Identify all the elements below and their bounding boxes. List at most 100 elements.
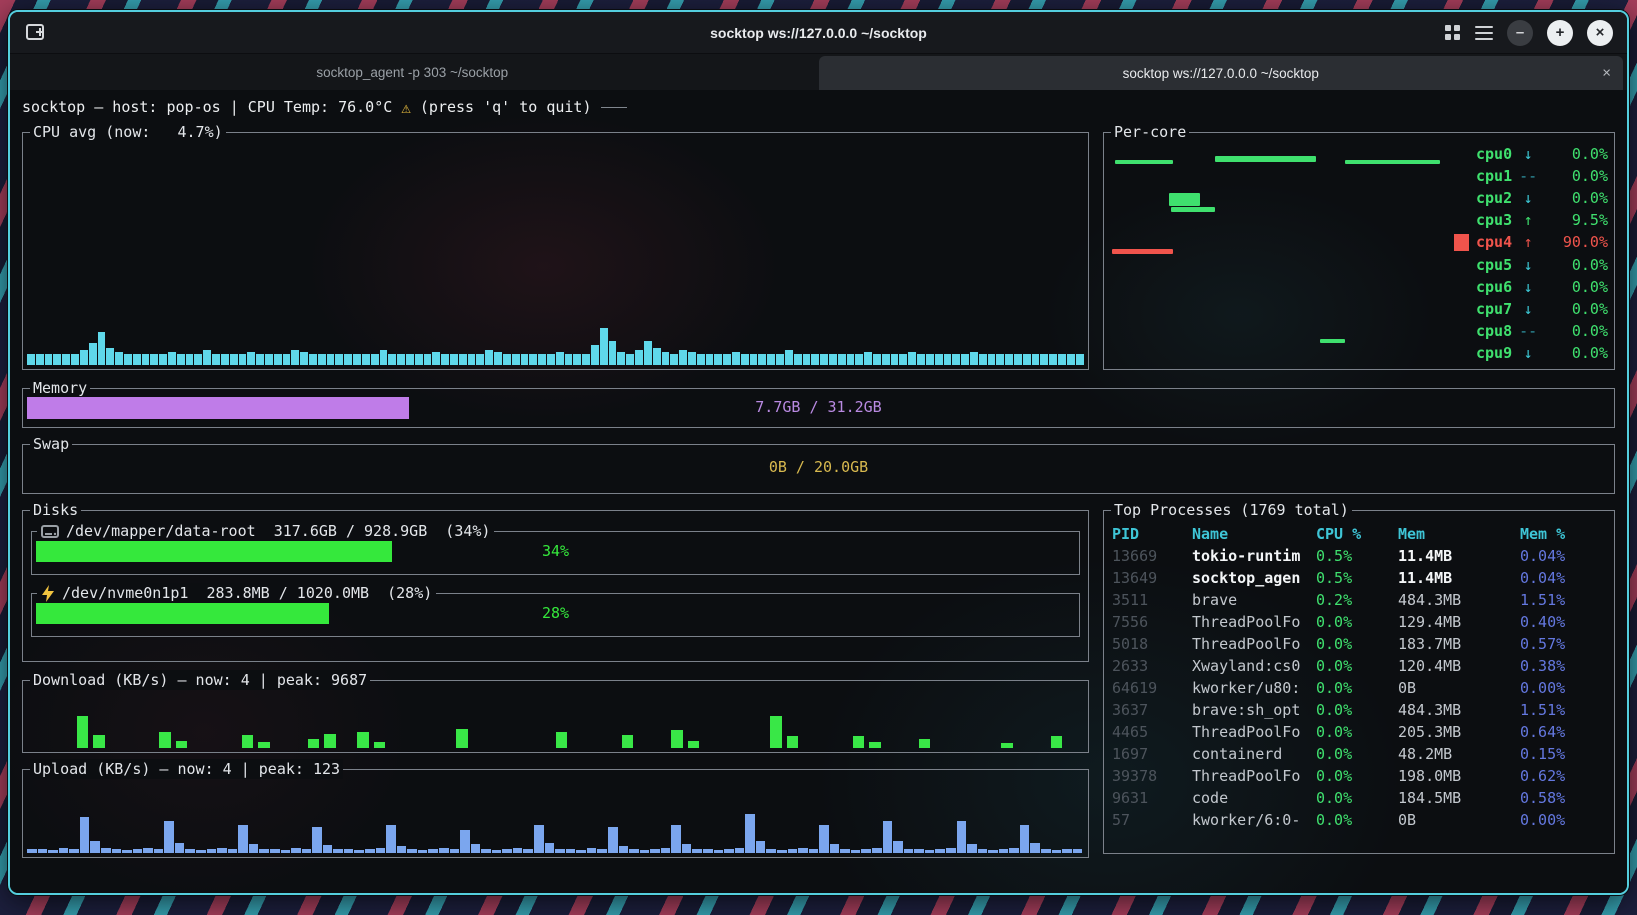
core-row: cpu4 ↑ 90.0% xyxy=(1476,233,1608,252)
process-mem-percent: 0.57% xyxy=(1520,633,1606,655)
process-row[interactable]: 2633 Xwayland:cs0 0.0% 120.4MB 0.38% xyxy=(1112,655,1606,677)
swap-usage-text: 0B / 20.0GB xyxy=(23,457,1614,478)
process-mem-percent: 1.51% xyxy=(1520,589,1606,611)
cpu-avg-panel: CPU avg (now: 4.7%) xyxy=(22,132,1089,370)
tab-socktop-active[interactable]: socktop ws://127.0.0.0 ~/socktop × xyxy=(819,56,1624,90)
app-header: socktop — host: pop-os | CPU Temp: 76.0°… xyxy=(22,96,1615,118)
tab-overview-icon[interactable] xyxy=(1445,25,1461,41)
core-row: cpu6 ↓ 0.0% xyxy=(1476,278,1608,297)
processes-panel: Top Processes (1769 total) PID Name CPU … xyxy=(1103,510,1615,854)
core-trend-icon: ↑ xyxy=(1519,232,1537,253)
process-mem: 184.5MB xyxy=(1398,787,1520,809)
tab-close-icon[interactable]: × xyxy=(1602,65,1611,82)
process-pid: 64619 xyxy=(1112,677,1192,699)
menu-icon[interactable] xyxy=(1475,26,1493,40)
process-row[interactable]: 13649 socktop_agen 0.5% 11.4MB 0.04% xyxy=(1112,567,1606,589)
bottom-row: Disks /dev/mapper/data-root 317.6GB / 92… xyxy=(22,510,1615,858)
memory-panel: Memory 7.7GB / 31.2GB xyxy=(22,388,1615,428)
minimize-button[interactable]: – xyxy=(1507,20,1533,46)
process-mem: 0B xyxy=(1398,809,1520,831)
process-pid: 9631 xyxy=(1112,787,1192,809)
core-usage: 0.0% xyxy=(1544,277,1608,298)
process-mem: 48.2MB xyxy=(1398,743,1520,765)
core-usage: 90.0% xyxy=(1544,232,1608,253)
process-cpu: 0.0% xyxy=(1316,677,1398,699)
core-row: cpu8 -- 0.0% xyxy=(1476,322,1608,341)
core-alert-block xyxy=(1454,234,1469,251)
app-icon xyxy=(26,24,46,42)
process-table-header: PID Name CPU % Mem Mem % xyxy=(1112,523,1606,545)
core-trend-icon: -- xyxy=(1519,166,1537,187)
process-row[interactable]: 3637 brave:sh_opt 0.0% 484.3MB 1.51% xyxy=(1112,699,1606,721)
close-button[interactable]: × xyxy=(1587,20,1613,46)
process-mem-percent: 0.04% xyxy=(1520,567,1606,589)
process-row[interactable]: 57 kworker/6:0- 0.0% 0B 0.00% xyxy=(1112,809,1606,831)
cpu-history-chart xyxy=(27,147,1084,365)
core-usage: 9.5% xyxy=(1544,210,1608,231)
warning-icon: ⚠ xyxy=(401,97,411,118)
core-name: cpu4 xyxy=(1476,232,1512,253)
maximize-button[interactable]: + xyxy=(1547,20,1573,46)
process-name: code xyxy=(1192,787,1316,809)
process-pid: 2633 xyxy=(1112,655,1192,677)
core-row: cpu2 ↓ 0.0% xyxy=(1476,189,1608,208)
drive-icon xyxy=(41,585,55,602)
tab-bar: socktop_agent -p 303 ~/socktop socktop w… xyxy=(10,54,1627,90)
process-mem-percent: 0.00% xyxy=(1520,809,1606,831)
process-row[interactable]: 5018 ThreadPoolFo 0.0% 183.7MB 0.57% xyxy=(1112,633,1606,655)
process-pid: 1697 xyxy=(1112,743,1192,765)
process-name: socktop_agen xyxy=(1192,567,1316,589)
process-row[interactable]: 9631 code 0.0% 184.5MB 0.58% xyxy=(1112,787,1606,809)
tab-label: socktop_agent -p 303 ~/socktop xyxy=(316,65,508,80)
titlebar[interactable]: socktop ws://127.0.0.0 ~/socktop – + × xyxy=(10,12,1627,54)
process-mem-percent: 0.00% xyxy=(1520,677,1606,699)
process-name: ThreadPoolFo xyxy=(1192,721,1316,743)
processes-title: Top Processes (1769 total) xyxy=(1111,500,1352,520)
disk-usage-label: /dev/mapper/data-root 317.6GB / 928.9GB … xyxy=(66,521,490,542)
process-pid: 7556 xyxy=(1112,611,1192,633)
process-mem-percent: 0.58% xyxy=(1520,787,1606,809)
process-mem: 11.4MB xyxy=(1398,545,1520,567)
process-row[interactable]: 13669 tokio-runtim 0.5% 11.4MB 0.04% xyxy=(1112,545,1606,567)
per-core-list: cpu0 ↓ 0.0% cpu1 -- 0.0% xyxy=(1476,145,1608,363)
core-name: cpu7 xyxy=(1476,299,1512,320)
tab-socktop-agent[interactable]: socktop_agent -p 303 ~/socktop xyxy=(10,54,815,90)
core-usage: 0.0% xyxy=(1544,188,1608,209)
process-row[interactable]: 3511 brave 0.2% 484.3MB 1.51% xyxy=(1112,589,1606,611)
disk-label: /dev/nvme0n1p1 283.8MB / 1020.0MB (28%) xyxy=(37,583,436,604)
process-name: kworker/u80: xyxy=(1192,677,1316,699)
process-row[interactable]: 1697 containerd 0.0% 48.2MB 0.15% xyxy=(1112,743,1606,765)
upload-panel: Upload (KB/s) — now: 4 | peak: 123 xyxy=(22,769,1089,858)
process-mem: 484.3MB xyxy=(1398,699,1520,721)
per-core-panel: Per-core cpu0 ↓ 0.0% xyxy=(1103,132,1615,370)
process-cpu: 0.0% xyxy=(1316,699,1398,721)
memory-title: Memory xyxy=(30,378,90,398)
core-trend-icon: ↓ xyxy=(1519,144,1537,165)
process-name: brave xyxy=(1192,589,1316,611)
core-trend-icon: ↓ xyxy=(1519,343,1537,364)
process-cpu: 0.2% xyxy=(1316,589,1398,611)
top-row: CPU avg (now: 4.7%) Per-core cpu0 ↓ 0.0% xyxy=(22,132,1615,370)
disk-box: /dev/nvme0n1p1 283.8MB / 1020.0MB (28%) … xyxy=(31,593,1080,637)
process-row[interactable]: 7556 ThreadPoolFo 0.0% 129.4MB 0.40% xyxy=(1112,611,1606,633)
process-pid: 3637 xyxy=(1112,699,1192,721)
process-row[interactable]: 64619 kworker/u80: 0.0% 0B 0.00% xyxy=(1112,677,1606,699)
core-row: cpu9 ↓ 0.0% xyxy=(1476,344,1608,363)
core-name: cpu8 xyxy=(1476,321,1512,342)
process-mem-percent: 0.62% xyxy=(1520,765,1606,787)
swap-title: Swap xyxy=(30,434,72,454)
process-row[interactable]: 4465 ThreadPoolFo 0.0% 205.3MB 0.64% xyxy=(1112,721,1606,743)
core-name: cpu5 xyxy=(1476,255,1512,276)
process-mem-percent: 0.38% xyxy=(1520,655,1606,677)
core-name: cpu9 xyxy=(1476,343,1512,364)
process-cpu: 0.0% xyxy=(1316,809,1398,831)
per-core-chart xyxy=(1110,145,1448,363)
process-row[interactable]: 39378 ThreadPoolFo 0.0% 198.0MB 0.62% xyxy=(1112,765,1606,787)
process-mem: 0B xyxy=(1398,677,1520,699)
drive-icon xyxy=(41,524,59,539)
core-name: cpu1 xyxy=(1476,166,1512,187)
process-mem-percent: 0.15% xyxy=(1520,743,1606,765)
quit-hint: (press 'q' to quit) xyxy=(420,97,592,118)
process-cpu: 0.0% xyxy=(1316,611,1398,633)
process-cpu: 0.0% xyxy=(1316,787,1398,809)
